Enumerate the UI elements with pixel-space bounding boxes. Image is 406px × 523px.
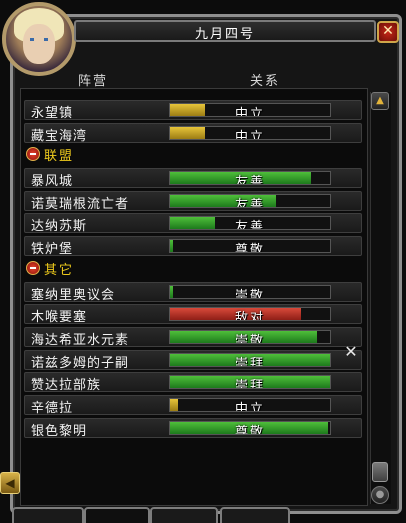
- standing-label: 友善: [234, 198, 265, 208]
- title-bar: 九月四号: [74, 20, 376, 42]
- reputation-bar: 敌对: [169, 307, 331, 321]
- faction-name: 赞达拉部族: [31, 378, 102, 393]
- column-header-faction: 阵营: [78, 74, 109, 89]
- standing-label: 崇敬: [234, 334, 265, 344]
- faction-row[interactable]: 藏宝海湾 中立: [24, 123, 362, 144]
- faction-row[interactable]: 永望镇 中立: [24, 100, 362, 121]
- reputation-bar: 中立: [169, 103, 331, 117]
- faction-name: 藏宝海湾: [31, 129, 88, 144]
- faction-row[interactable]: 银色黎明 尊敬: [24, 418, 362, 439]
- portrait-face: [23, 24, 55, 64]
- category-header[interactable]: 其它: [26, 259, 74, 279]
- scroll-down-icon[interactable]: ●: [371, 486, 389, 504]
- reputation-bar: 友善: [169, 194, 331, 208]
- standing-label: 中立: [234, 130, 265, 140]
- faction-row[interactable]: 诺莫瑞根流亡者 友善: [24, 191, 362, 212]
- faction-row[interactable]: 木喉要塞 敌对: [24, 304, 362, 325]
- collapse-icon[interactable]: [26, 147, 40, 161]
- reputation-bar: 尊敬: [169, 239, 331, 253]
- collapse-icon[interactable]: [26, 261, 40, 275]
- standing-label: 中立: [234, 402, 265, 412]
- faction-name: 达纳苏斯: [31, 219, 88, 234]
- faction-row[interactable]: 海达希亚水元素 崇敬: [24, 327, 362, 348]
- close-icon[interactable]: ✕: [377, 21, 399, 43]
- faction-row[interactable]: 辛德拉 中立: [24, 395, 362, 416]
- faction-name: 诺兹多姆的子嗣: [31, 356, 130, 371]
- faction-name: 木喉要塞: [31, 310, 88, 325]
- scrollbar-track[interactable]: [370, 92, 391, 504]
- scrollbar-thumb[interactable]: [372, 462, 388, 482]
- category-header[interactable]: 联盟: [26, 145, 74, 165]
- scroll-up-icon[interactable]: ▲: [371, 92, 389, 110]
- crossed-swords-icon[interactable]: ✕: [341, 342, 361, 362]
- reputation-bar: 崇拜: [169, 353, 331, 367]
- standing-label: 敌对: [234, 311, 265, 321]
- standing-label: 友善: [234, 175, 265, 185]
- category-label: 其它: [44, 263, 75, 278]
- column-header-standing: 关系: [250, 74, 281, 89]
- reputation-bar: 友善: [169, 171, 331, 185]
- standing-label: 尊敬: [234, 243, 265, 253]
- standing-label: 友善: [234, 220, 265, 230]
- faction-name: 铁炉堡: [31, 242, 74, 257]
- reputation-bar: 中立: [169, 126, 331, 140]
- character-portrait: [2, 2, 76, 76]
- reputation-bar: 崇敬: [169, 330, 331, 344]
- portrait-eyes: [30, 38, 48, 41]
- standing-label: 崇拜: [234, 379, 265, 389]
- reputation-bar: 中立: [169, 398, 331, 412]
- standing-label: 崇敬: [234, 289, 265, 299]
- standing-label: 崇拜: [234, 357, 265, 367]
- bottom-tabs: [0, 507, 406, 523]
- faction-row[interactable]: 塞纳里奥议会 崇敬: [24, 282, 362, 303]
- faction-name: 塞纳里奥议会: [31, 288, 116, 303]
- faction-name: 银色黎明: [31, 424, 88, 439]
- standing-label: 中立: [234, 107, 265, 117]
- faction-row[interactable]: 诺兹多姆的子嗣 崇拜: [24, 350, 362, 371]
- faction-row[interactable]: 暴风城 友善: [24, 168, 362, 189]
- standing-label: 尊敬: [234, 425, 265, 435]
- faction-name: 永望镇: [31, 106, 74, 121]
- faction-row[interactable]: 赞达拉部族 崇拜: [24, 372, 362, 393]
- faction-row[interactable]: 铁炉堡 尊敬: [24, 236, 362, 257]
- faction-name: 诺莫瑞根流亡者: [31, 197, 130, 212]
- reputation-bar: 崇拜: [169, 375, 331, 389]
- faction-name: 暴风城: [31, 174, 74, 189]
- faction-name: 海达希亚水元素: [31, 333, 130, 348]
- category-label: 联盟: [44, 149, 75, 164]
- faction-name: 辛德拉: [31, 401, 74, 416]
- reputation-bar: 崇敬: [169, 285, 331, 299]
- reputation-bar: 尊敬: [169, 421, 331, 435]
- reputation-bar: 友善: [169, 216, 331, 230]
- faction-row[interactable]: 达纳苏斯 友善: [24, 213, 362, 234]
- horn-icon[interactable]: ◀: [0, 472, 20, 494]
- window-title: 九月四号: [194, 27, 255, 42]
